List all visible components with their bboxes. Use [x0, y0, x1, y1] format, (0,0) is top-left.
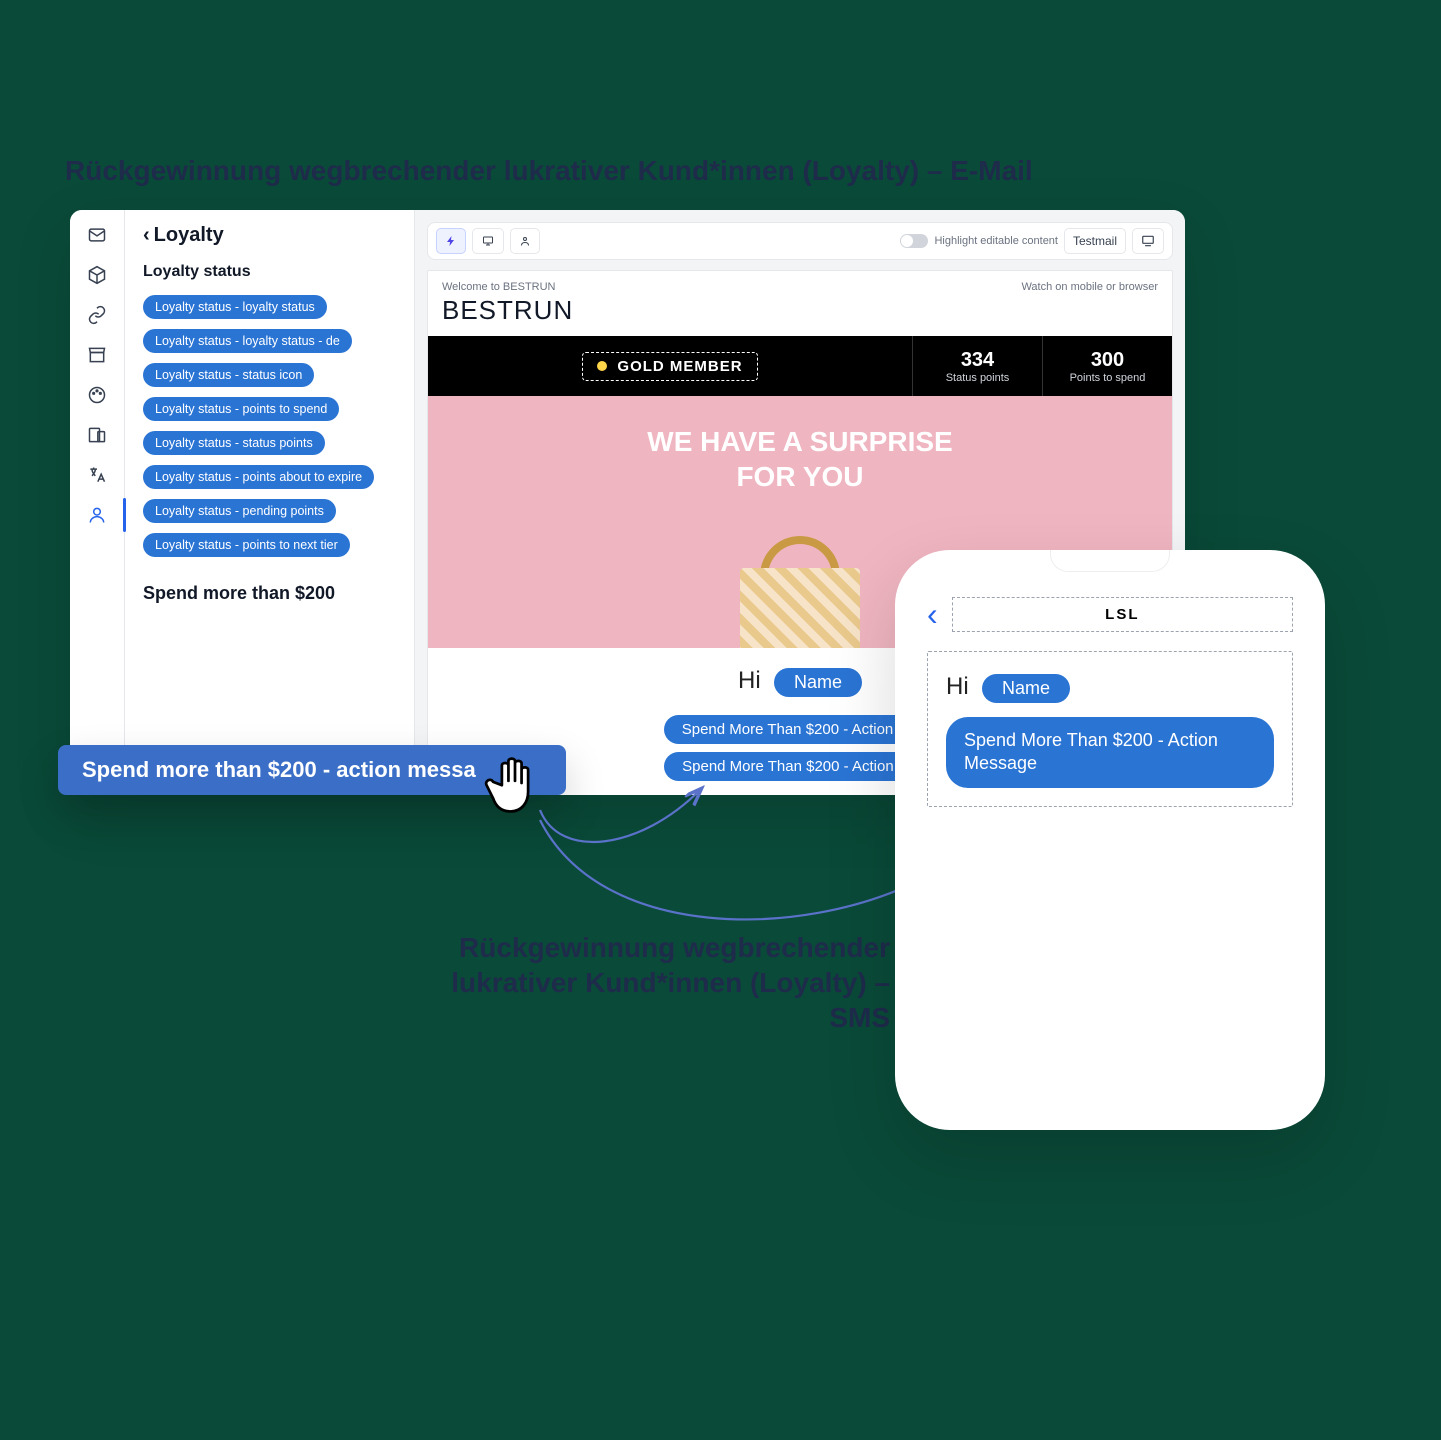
chip[interactable]: Loyalty status - status points	[143, 431, 325, 455]
chevron-left-icon: ‹	[143, 224, 150, 247]
mail-icon[interactable]	[86, 224, 108, 246]
title-email: Rückgewinnung wegbrechender lukrativer K…	[65, 155, 1033, 187]
chip[interactable]: Loyalty status - points about to expire	[143, 465, 374, 489]
stat-status-points: 334Status points	[912, 336, 1042, 396]
chip[interactable]: Loyalty status - loyalty status - de	[143, 329, 352, 353]
desktop-view-button[interactable]	[472, 228, 504, 254]
back-button[interactable]: ‹	[927, 596, 938, 633]
sidebar-back[interactable]: ‹ Loyalty	[143, 224, 396, 247]
shopping-bag-icon	[720, 528, 880, 648]
phone-notch	[1050, 550, 1170, 572]
chip[interactable]: Loyalty status - status icon	[143, 363, 314, 387]
brand-name: BESTRUN	[428, 293, 1172, 336]
palette-icon[interactable]	[86, 384, 108, 406]
devices-icon[interactable]	[86, 424, 108, 446]
link-icon[interactable]	[86, 304, 108, 326]
sms-hi: Hi	[946, 673, 969, 700]
phone-mockup: ‹ LSL Hi Name Spend More Than $200 - Act…	[895, 550, 1325, 1130]
stat-points-to-spend: 300Points to spend	[1042, 336, 1172, 396]
toolbar: Highlight editable content Testmail	[427, 222, 1173, 260]
member-badge: GOLD MEMBER	[428, 336, 912, 396]
contact-name: LSL	[952, 597, 1293, 632]
sms-action-token[interactable]: Spend More Than $200 - Action Message	[946, 717, 1274, 788]
export-button[interactable]	[1132, 228, 1164, 254]
preview-watch-link[interactable]: Watch on mobile or browser	[1021, 281, 1158, 293]
sms-name-token[interactable]: Name	[982, 674, 1070, 703]
sidebar-panel: ‹ Loyalty Loyalty status Loyalty status …	[125, 210, 415, 795]
highlight-label: Highlight editable content	[934, 235, 1058, 247]
chip[interactable]: Loyalty status - loyalty status	[143, 295, 327, 319]
name-token[interactable]: Name	[774, 668, 862, 697]
testmail-button[interactable]: Testmail	[1064, 228, 1126, 254]
cube-icon[interactable]	[86, 264, 108, 286]
spend-section-header: Spend more than $200	[143, 583, 396, 604]
person-icon[interactable]	[86, 504, 108, 526]
chip[interactable]: Loyalty status - pending points	[143, 499, 336, 523]
section-header: Loyalty status	[143, 263, 396, 281]
chip[interactable]: Loyalty status - points to spend	[143, 397, 339, 421]
preview-welcome: Welcome to BESTRUN	[442, 281, 556, 293]
user-view-button[interactable]	[510, 228, 540, 254]
bolt-button[interactable]	[436, 228, 466, 254]
title-sms: Rückgewinnung wegbrechender lukrativer K…	[390, 930, 890, 1035]
sms-body: Hi Name Spend More Than $200 - Action Me…	[927, 651, 1293, 807]
cursor-hand-icon	[480, 748, 550, 818]
chip[interactable]: Loyalty status - points to next tier	[143, 533, 350, 557]
hi-text: Hi	[738, 667, 761, 694]
nav-rail	[70, 210, 125, 795]
sidebar-title: Loyalty	[154, 224, 224, 247]
highlight-toggle[interactable]	[900, 234, 928, 248]
store-icon[interactable]	[86, 344, 108, 366]
translate-icon[interactable]	[86, 464, 108, 486]
